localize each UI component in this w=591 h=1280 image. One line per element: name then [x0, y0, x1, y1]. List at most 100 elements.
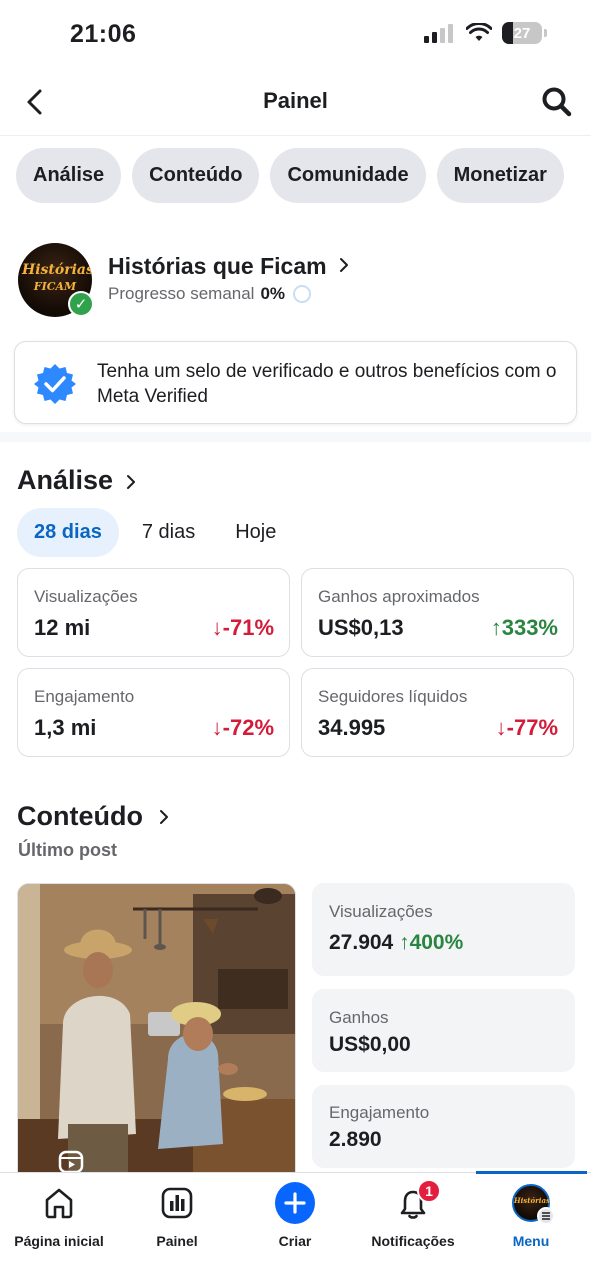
home-icon [39, 1183, 79, 1223]
metric-label: Engajamento [34, 687, 135, 706]
post-stat-label: Ganhos [329, 1008, 389, 1027]
date-range-tabs: 28 dias 7 dias Hoje [17, 508, 293, 557]
metric-change: ↓-71% [212, 615, 274, 641]
metric-change-value: 333% [501, 615, 558, 640]
battery-icon: 27 [502, 22, 542, 44]
section-tabs: Análise Conteúdo Comunidade Monetizar [16, 148, 564, 203]
battery-cap [544, 29, 547, 37]
metric-card-engagement[interactable]: Engajamento 1,3 mi ↓-72% [17, 668, 290, 757]
verified-badge-icon [34, 364, 76, 404]
create-icon-wrapper [275, 1182, 315, 1224]
metric-value: US$0,13 [318, 615, 404, 640]
status-time: 21:06 [70, 20, 137, 48]
nav-home[interactable]: Página inicial [0, 1183, 118, 1263]
menu-avatar-text: Histórias [514, 1196, 550, 1205]
chevron-right-icon[interactable] [125, 473, 137, 491]
metric-label: Seguidores líquidos [318, 687, 468, 706]
metric-card-views[interactable]: Visualizações 12 mi ↓-71% [17, 568, 290, 657]
post-stat-value: 27.904 ↑400% [329, 931, 463, 955]
nav-label: Notificações [371, 1233, 455, 1249]
nav-label: Painel [156, 1233, 198, 1249]
metric-card-followers[interactable]: Seguidores líquidos 34.995 ↓-77% [301, 668, 574, 757]
battery-level: 27 [513, 24, 531, 42]
content-title[interactable]: Conteúdo [17, 801, 143, 832]
menu-icon-wrapper: Histórias [511, 1183, 555, 1225]
weekly-progress: Progresso semanal 0% [108, 284, 312, 304]
post-stat-label: Visualizações [329, 902, 433, 921]
post-stat-label: Engajamento [329, 1103, 430, 1122]
arrow-down-icon: ↓ [211, 615, 223, 640]
signal-icon [424, 24, 453, 43]
search-icon[interactable] [541, 86, 573, 118]
chevron-right-icon[interactable] [158, 808, 170, 826]
nav-create[interactable]: Criar [236, 1182, 354, 1263]
meta-verified-banner[interactable]: Tenha um selo de verificado e outros ben… [14, 341, 577, 424]
section-divider [0, 432, 591, 442]
nav-notifications[interactable]: 1 Notificações [354, 1179, 472, 1263]
banner-text: Tenha um selo de verificado e outros ben… [97, 361, 557, 407]
arrow-down-icon: ↓ [211, 715, 223, 740]
metric-value: 12 mi [34, 615, 91, 640]
post-image [18, 884, 295, 1182]
post-stat-earnings: Ganhos US$0,00 [312, 989, 575, 1072]
app-header: Painel [0, 70, 591, 136]
check-badge-icon: ✓ [68, 291, 94, 317]
metric-change: ↓-72% [212, 715, 274, 741]
arrow-up-icon: ↑ [399, 931, 410, 954]
wifi-icon [466, 23, 492, 41]
nav-label: Página inicial [14, 1233, 104, 1249]
bottom-navigation: Página inicial Painel Criar 1 Notificaçõ… [0, 1171, 591, 1280]
metric-card-earnings[interactable]: Ganhos aproximados US$0,13 ↑333% [301, 568, 574, 657]
metric-value: 1,3 mi [34, 715, 97, 740]
page-name[interactable]: Histórias que Ficam [108, 253, 327, 280]
avatar-text-line1: Histórias [22, 262, 92, 278]
metric-change-value: -77% [506, 715, 558, 740]
nav-label: Menu [512, 1233, 550, 1249]
analysis-title[interactable]: Análise [17, 465, 113, 496]
progress-value: 0% [260, 284, 286, 303]
arrow-up-icon: ↑ [490, 615, 502, 640]
dashboard-icon [157, 1183, 197, 1223]
nav-dashboard[interactable]: Painel [118, 1183, 236, 1263]
post-stat-views: Visualizações 27.904 ↑400% [312, 883, 575, 976]
metric-change-value: -71% [222, 615, 274, 640]
post-thumbnail[interactable] [17, 883, 296, 1183]
arrow-down-icon: ↓ [495, 715, 507, 740]
status-bar: 21:06 27 [0, 0, 591, 70]
page-summary[interactable]: Histórias FICAM ✓ Histórias que Ficam Pr… [18, 243, 573, 319]
chevron-right-icon [340, 258, 348, 272]
tab-conteudo[interactable]: Conteúdo [132, 148, 260, 203]
range-today[interactable]: Hoje [218, 508, 293, 557]
progress-label: Progresso semanal [108, 284, 255, 303]
last-post-subtitle: Último post [18, 840, 117, 860]
plus-icon [275, 1182, 315, 1224]
tab-analise[interactable]: Análise [16, 148, 122, 203]
post-stat-change: ↑400% [399, 931, 463, 954]
nav-label: Criar [278, 1233, 312, 1249]
battery-fill [502, 22, 513, 44]
profile-avatar: Histórias [512, 1184, 555, 1225]
post-stat-value: US$0,00 [329, 1033, 411, 1056]
metric-value: 34.995 [318, 715, 386, 740]
status-icons: 27 [424, 22, 547, 44]
post-stat-change-value: 400% [409, 931, 464, 954]
post-stat-value: 2.890 [329, 1128, 382, 1151]
metric-change: ↓-77% [496, 715, 558, 741]
bell-icon: 1 [393, 1179, 441, 1223]
range-7-days[interactable]: 7 dias [125, 508, 212, 557]
tab-comunidade[interactable]: Comunidade [270, 148, 426, 203]
metric-label: Visualizações [34, 587, 138, 606]
metric-label: Ganhos aproximados [318, 587, 480, 606]
nav-menu[interactable]: Histórias Menu [472, 1183, 590, 1263]
menu-lines-icon [537, 1207, 555, 1225]
post-stat-number: 27.904 [329, 931, 394, 954]
tab-monetizar[interactable]: Monetizar [436, 148, 564, 203]
page-title: Painel [263, 88, 328, 113]
progress-ring-icon [293, 285, 312, 303]
metric-change-value: -72% [222, 715, 274, 740]
range-28-days[interactable]: 28 dias [17, 508, 119, 557]
metric-change: ↑333% [491, 615, 558, 641]
post-stat-engagement: Engajamento 2.890 [312, 1085, 575, 1168]
active-tab-indicator [476, 1171, 587, 1174]
notification-count-badge: 1 [417, 1179, 441, 1203]
